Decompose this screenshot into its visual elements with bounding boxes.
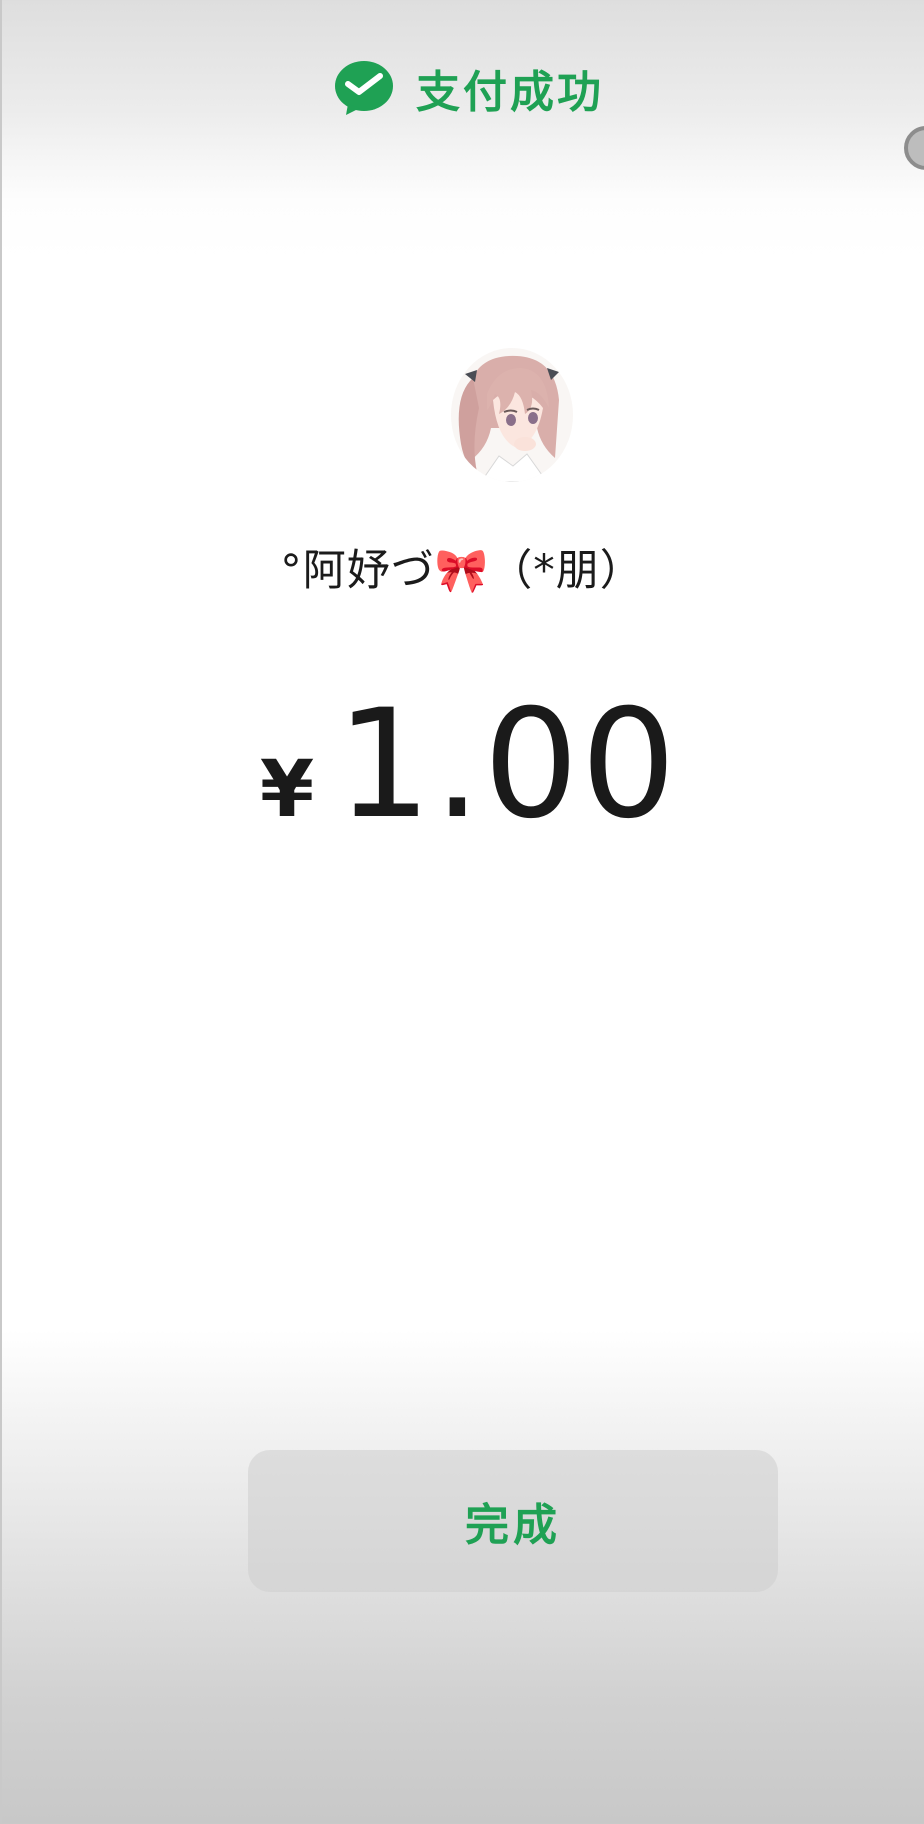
screen-edge xyxy=(0,0,2,1824)
avatar xyxy=(451,348,573,482)
payment-amount: ¥ 1.00 xyxy=(0,690,924,840)
currency-symbol: ¥ xyxy=(259,745,315,835)
payment-success-title: 支付成功 xyxy=(416,67,604,118)
result-header: 支付成功 xyxy=(0,56,924,120)
done-button[interactable]: 完成 xyxy=(248,1450,778,1592)
floating-handle[interactable] xyxy=(904,126,924,170)
amount-value: 1.00 xyxy=(336,678,679,852)
done-button-label: 完成 xyxy=(465,1500,561,1551)
wechat-pay-icon xyxy=(334,60,394,116)
payee-name: °阿妤づ🎀（*朋） xyxy=(280,546,644,596)
